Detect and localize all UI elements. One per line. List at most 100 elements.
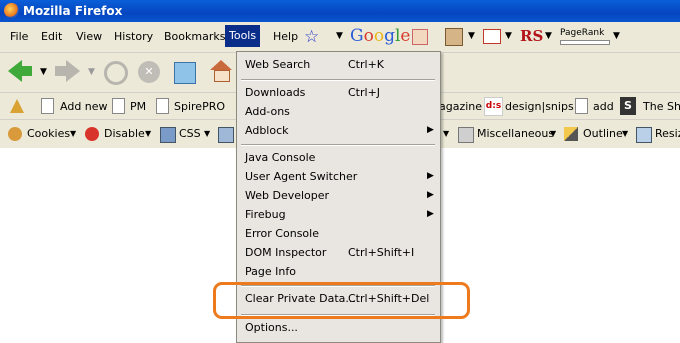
disable-icon	[85, 127, 99, 141]
annotation-highlight-box	[213, 282, 470, 319]
submenu-arrow-icon: ▶	[427, 209, 434, 219]
cookie-icon	[8, 127, 22, 141]
stop-icon: ✕	[138, 61, 160, 83]
chevron-down-icon[interactable]: ▼	[204, 129, 210, 138]
menu-item-label: User Agent Switcher	[245, 170, 358, 183]
back-arrow-body[interactable]	[20, 66, 32, 76]
chevron-down-icon[interactable]: ▼	[70, 129, 76, 138]
page-icon	[156, 98, 169, 114]
google-toolbar-logo[interactable]: Google	[350, 26, 410, 46]
mail-icon[interactable]	[483, 29, 501, 44]
devbar-resize[interactable]: Resiz	[655, 127, 680, 140]
menu-item-add-ons[interactable]: Add-ons	[245, 103, 435, 120]
menu-item-label: Web Developer	[245, 189, 330, 202]
menu-item-label: DOM Inspector	[245, 246, 327, 259]
chevron-down-icon: ▼	[88, 67, 95, 77]
menu-item-label: Java Console	[245, 151, 316, 164]
menu-item-label: Add-ons	[245, 105, 290, 118]
chevron-down-icon[interactable]: ▼	[622, 129, 628, 138]
bookmark-add-new[interactable]: Add new	[60, 100, 108, 113]
devbar-miscellaneous[interactable]: Miscellaneous	[477, 127, 554, 140]
menu-item-downloads[interactable]: Downloads Ctrl+J	[245, 84, 435, 101]
pagerank-bar	[560, 40, 610, 45]
firefox-logo-icon	[4, 3, 19, 18]
extension-icon[interactable]	[445, 28, 463, 46]
devbar-cookies[interactable]: Cookies	[27, 127, 70, 140]
chevron-down-icon[interactable]: ▼	[550, 129, 556, 138]
menu-item-shortcut: Ctrl+Shift+I	[348, 246, 415, 259]
the-sha-icon: S	[620, 97, 636, 115]
bookmark-add[interactable]: add	[593, 100, 614, 113]
menu-item-label: Options...	[245, 321, 298, 334]
menu-item-label: Page Info	[245, 265, 296, 278]
submenu-arrow-icon: ▶	[427, 171, 434, 181]
chevron-down-icon[interactable]: ▼	[443, 129, 449, 138]
submenu-arrow-icon: ▶	[427, 190, 434, 200]
menu-item-label: Web Search	[245, 58, 311, 71]
bookmark-spirepro[interactable]: SpirePRO	[174, 100, 225, 113]
reload-icon[interactable]	[104, 61, 128, 85]
chevron-down-icon[interactable]: ▼	[468, 31, 475, 41]
chevron-down-icon[interactable]: ▼	[336, 31, 343, 41]
css-icon	[160, 127, 176, 143]
menu-tools[interactable]: Tools	[225, 25, 261, 47]
designsnips-icon: d:s	[484, 97, 503, 116]
menu-item-dom-inspector[interactable]: DOM Inspector Ctrl+Shift+I	[245, 244, 435, 261]
forms-icon	[218, 127, 234, 143]
menu-separator	[241, 79, 435, 81]
menu-item-shortcut: Ctrl+J	[348, 86, 381, 99]
screenshot-extension-icon[interactable]	[174, 62, 196, 84]
menubar: File Edit View History Bookmarks Tools H…	[0, 22, 680, 52]
page-icon	[41, 98, 54, 114]
bookmark-star-icon[interactable]	[10, 99, 24, 113]
menu-edit[interactable]: Edit	[41, 30, 62, 46]
pagerank-label: PageRank	[560, 28, 605, 38]
devbar-outline[interactable]: Outline	[583, 127, 623, 140]
menu-item-label: Firebug	[245, 208, 286, 221]
menu-item-adblock[interactable]: Adblock ▶	[245, 122, 435, 139]
menu-item-label: Error Console	[245, 227, 319, 240]
chevron-down-icon[interactable]: ▼	[40, 67, 47, 77]
menu-item-web-developer[interactable]: Web Developer ▶	[245, 187, 435, 204]
menu-item-label: Downloads	[245, 86, 306, 99]
menu-item-web-search[interactable]: Web Search Ctrl+K	[245, 56, 435, 73]
menu-item-firebug[interactable]: Firebug ▶	[245, 206, 435, 223]
chevron-down-icon[interactable]: ▼	[545, 31, 552, 41]
chevron-down-icon[interactable]: ▼	[145, 129, 151, 138]
bookmark-magazine[interactable]: agazine	[439, 100, 482, 113]
menu-file[interactable]: File	[10, 30, 28, 46]
chevron-down-icon[interactable]: ▼	[505, 31, 512, 41]
rs-toolbar-button[interactable]: RS	[520, 27, 543, 45]
devbar-disable[interactable]: Disable	[104, 127, 145, 140]
menu-item-shortcut: Ctrl+K	[348, 58, 385, 71]
menu-help[interactable]: Help	[273, 30, 298, 46]
menu-item-label: Adblock	[245, 124, 289, 137]
highlighter-icon[interactable]	[412, 29, 428, 45]
menu-history[interactable]: History	[114, 30, 153, 46]
home-icon-base[interactable]	[214, 70, 230, 82]
menu-item-user-agent-switcher[interactable]: User Agent Switcher ▶	[245, 168, 435, 185]
menu-bookmarks[interactable]: Bookmarks	[164, 30, 225, 46]
chevron-down-icon[interactable]: ▼	[613, 31, 620, 41]
menu-item-java-console[interactable]: Java Console	[245, 149, 435, 166]
outline-pencil-icon	[564, 127, 578, 141]
page-icon	[112, 98, 125, 114]
forward-arrow-icon	[66, 60, 80, 82]
menu-view[interactable]: View	[76, 30, 102, 46]
home-icon[interactable]	[210, 60, 232, 70]
menu-item-page-info[interactable]: Page Info	[245, 263, 435, 280]
window-titlebar: Mozilla Firefox	[0, 0, 680, 22]
submenu-arrow-icon: ▶	[427, 125, 434, 135]
miscellaneous-icon	[458, 127, 474, 143]
menu-item-error-console[interactable]: Error Console	[245, 225, 435, 242]
resize-icon	[636, 127, 652, 143]
bookmark-designsnips[interactable]: design|snips	[505, 100, 574, 113]
devbar-css[interactable]: CSS	[179, 127, 201, 140]
page-icon	[575, 98, 588, 114]
menu-item-options[interactable]: Options...	[245, 319, 435, 336]
bookmark-pm[interactable]: PM	[130, 100, 146, 113]
star-bookmark-icon[interactable]: ☆	[304, 27, 319, 47]
window-title: Mozilla Firefox	[23, 4, 123, 18]
menu-separator	[241, 144, 435, 146]
bookmark-the-sha[interactable]: The Sha	[643, 100, 680, 113]
